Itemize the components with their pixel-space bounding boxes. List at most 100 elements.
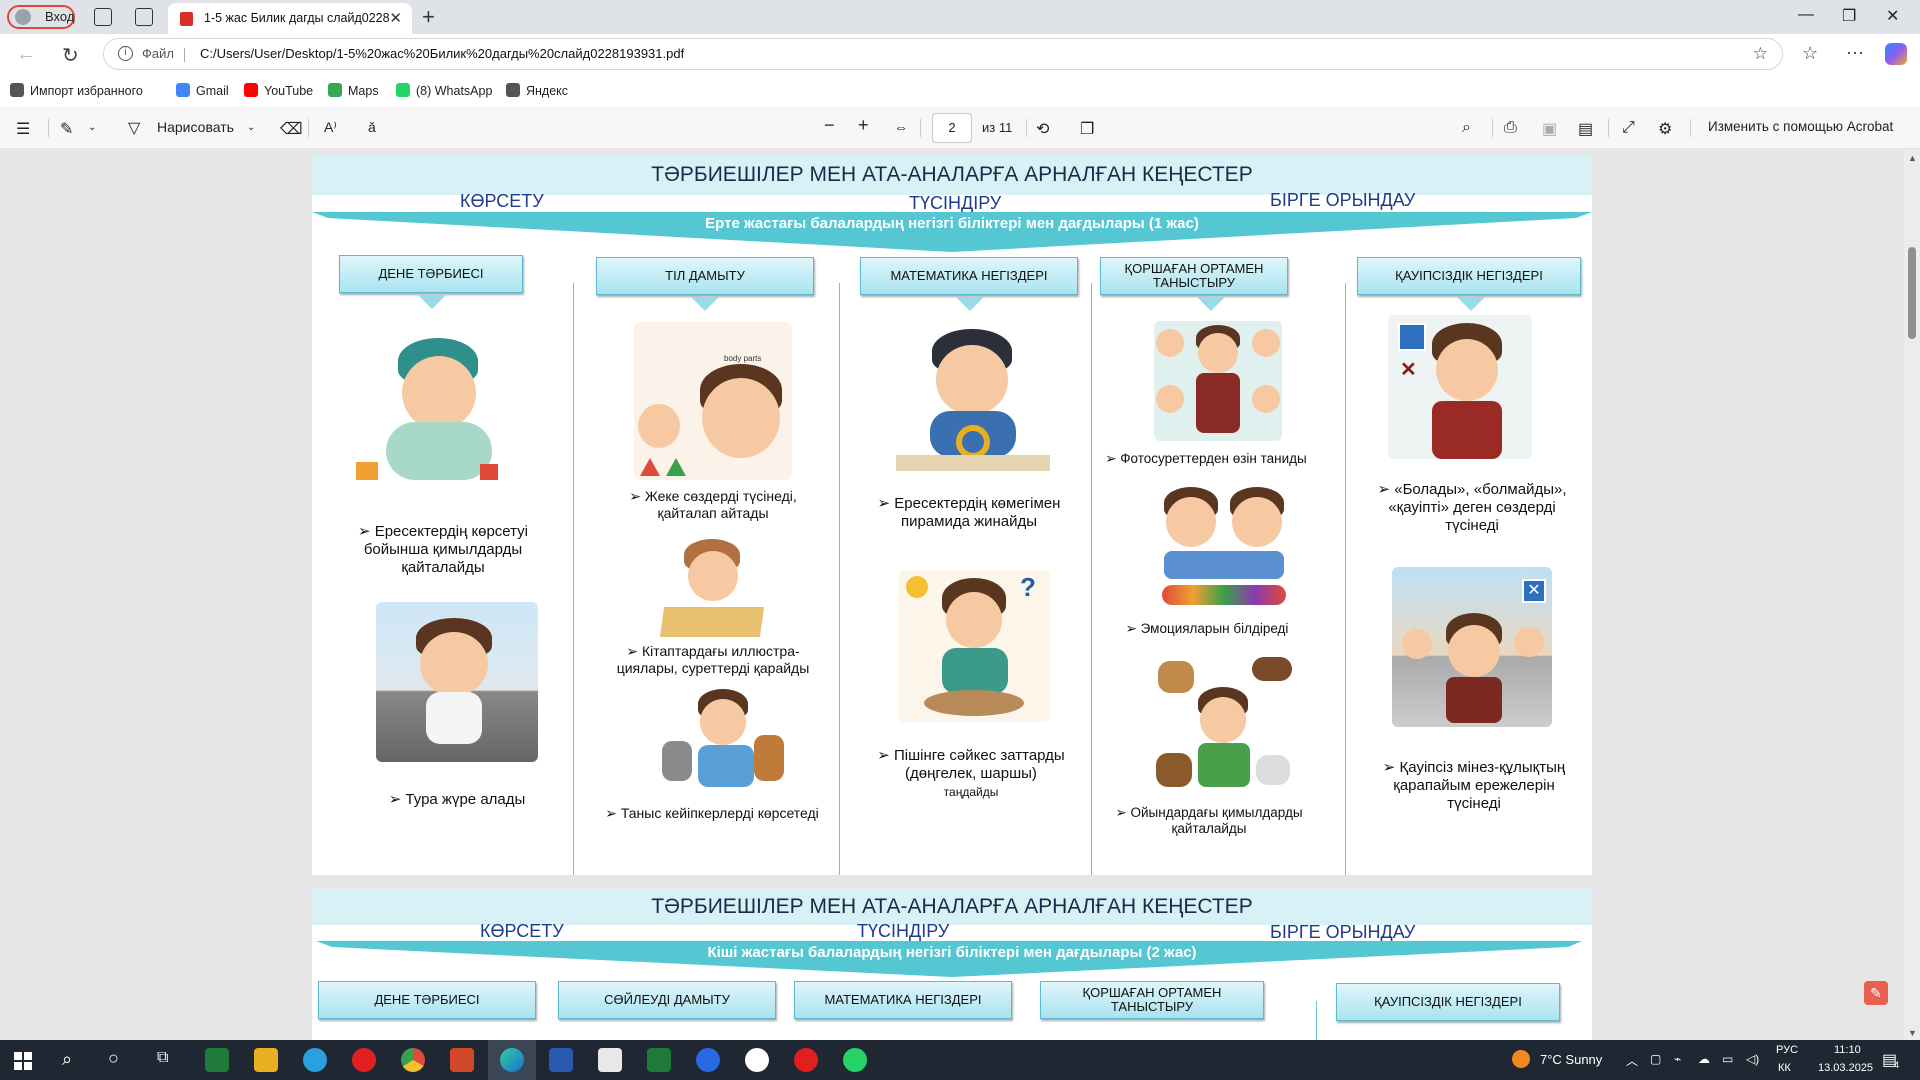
rotate-icon[interactable]: ⟲	[1036, 119, 1049, 139]
read-aloud-icon[interactable]: A⁾	[324, 119, 337, 136]
new-tab-icon[interactable]: +	[422, 4, 435, 30]
pdf-page-1: ТӘРБИЕШІЛЕР МЕН АТА-АНАЛАРҒА АРНАЛҒАН КЕ…	[312, 155, 1592, 875]
eraser-icon[interactable]: ⌫	[280, 119, 303, 139]
copilot-icon[interactable]	[1885, 43, 1907, 65]
column-divider	[1316, 1001, 1317, 1040]
chevron-down-icon[interactable]: ⌄	[88, 122, 96, 133]
language-label-2[interactable]: КК	[1778, 1062, 1791, 1074]
bookmark-whatsapp[interactable]: (8) WhatsApp	[396, 83, 492, 98]
save-icon[interactable]: ▣	[1542, 119, 1557, 139]
divider	[1492, 119, 1493, 137]
age-banner: Ерте жастағы балалардың негізгі біліктер…	[312, 212, 1592, 252]
zoom-icon[interactable]	[696, 1048, 720, 1072]
age-banner: Кіші жастағы балалардың негізгі біліктер…	[312, 941, 1592, 977]
save-as-icon[interactable]: ▤	[1578, 119, 1593, 139]
clock-date[interactable]: 13.03.2025	[1818, 1062, 1873, 1074]
tab-actions-icon[interactable]	[135, 8, 153, 26]
edit-with-acrobat-button[interactable]: Изменить с помощью Acrobat	[1708, 119, 1893, 134]
file-explorer-icon[interactable]	[254, 1048, 278, 1072]
body-parts-illustration: body parts	[634, 322, 792, 480]
bookmark-label: YouTube	[264, 84, 314, 98]
restore-icon[interactable]: ❐	[1842, 6, 1856, 26]
translate-icon[interactable]: ǎ	[368, 119, 376, 135]
cortana-icon[interactable]: ○	[108, 1048, 119, 1069]
tab-title: 1-5 жас Билик дагды слайд0228	[204, 11, 390, 25]
task-view-icon[interactable]: ⧉	[157, 1049, 168, 1067]
zoom-out-icon[interactable]: −	[824, 115, 835, 136]
language-label-1[interactable]: РУС	[1776, 1044, 1798, 1056]
subtitle-show: КӨРСЕТУ	[480, 921, 564, 941]
page-number-input[interactable]: 2	[932, 113, 972, 143]
scroll-down-icon[interactable]: ▼	[1908, 1028, 1917, 1038]
close-tab-icon[interactable]: ✕	[389, 3, 402, 34]
site-info-icon[interactable]: i	[118, 46, 133, 61]
refresh-icon[interactable]: ↻	[62, 43, 79, 68]
store-icon[interactable]	[205, 1048, 229, 1072]
chrome-icon[interactable]	[401, 1048, 425, 1072]
scroll-up-icon[interactable]: ▲	[1908, 153, 1917, 163]
column-header-math: МАТЕМАТИКА НЕГІЗДЕРІ	[860, 257, 1078, 295]
profile-button[interactable]: Вход	[7, 5, 75, 29]
pdf-viewer[interactable]: ТӘРБИЕШІЛЕР МЕН АТА-АНАЛАРҒА АРНАЛҒАН КЕ…	[0, 149, 1920, 1040]
close-window-icon[interactable]: ✕	[1886, 6, 1899, 26]
telegram-icon[interactable]	[303, 1048, 327, 1072]
contents-icon[interactable]: ☰	[16, 119, 30, 139]
page-total-label: из 11	[982, 120, 1013, 135]
caption: ➢ Эмоцияларын білдіреді	[1125, 621, 1289, 636]
url-input[interactable]: i Файл C:/Users/User/Desktop/1-5%20жас%2…	[103, 38, 1783, 70]
cloud-icon[interactable]: ☁	[1698, 1052, 1710, 1066]
tray-chevron-up-icon[interactable]: ︿	[1626, 1052, 1638, 1069]
weather-label[interactable]: 7°C Sunny	[1540, 1052, 1602, 1067]
yandex-icon[interactable]	[794, 1048, 818, 1072]
url-text[interactable]: C:/Users/User/Desktop/1-5%20жас%20Билик%…	[200, 39, 684, 69]
volume-icon[interactable]: ◁)	[1746, 1052, 1759, 1066]
excel-icon[interactable]	[647, 1048, 671, 1072]
bookmark-maps[interactable]: Maps	[328, 83, 379, 98]
print-icon[interactable]: ⎙	[1504, 119, 1517, 137]
taskbar-active-app[interactable]	[488, 1040, 536, 1080]
avatar-icon	[15, 9, 31, 25]
bookmark-label: (8) WhatsApp	[416, 84, 493, 98]
highlight-icon[interactable]: ✎	[60, 119, 73, 139]
opera-icon[interactable]	[352, 1048, 376, 1072]
bookmark-import[interactable]: Импорт избранного	[10, 83, 143, 98]
edge-icon[interactable]	[500, 1048, 524, 1072]
tab-active-pdf[interactable]: 1-5 жас Билик дагды слайд0228 ✕	[168, 3, 412, 34]
column-divider	[573, 283, 574, 875]
acrobat-floating-icon[interactable]: ✎	[1864, 981, 1888, 1005]
search-icon[interactable]: ⌕	[1462, 119, 1471, 137]
gear-icon[interactable]: ⚙	[1658, 119, 1672, 139]
fit-page-icon[interactable]: ⇔	[894, 119, 908, 135]
bookmark-youtube[interactable]: YouTube	[244, 83, 313, 98]
weather-icon[interactable]	[1512, 1050, 1530, 1068]
powerpoint-icon[interactable]	[450, 1048, 474, 1072]
draw-icon[interactable]: ▽	[128, 118, 140, 138]
network-icon[interactable]: ⌁	[1674, 1052, 1681, 1066]
bookmark-google[interactable]: Gmail	[176, 83, 229, 98]
page-view-icon[interactable]: ❐	[1080, 119, 1094, 139]
workspaces-icon[interactable]	[94, 8, 112, 26]
search-icon[interactable]: ⌕	[62, 1049, 72, 1070]
more-menu-icon[interactable]: ⋯	[1846, 43, 1864, 64]
tray-app-icon[interactable]: ▢	[1650, 1052, 1661, 1066]
chevron-down-icon[interactable]: ⌄	[247, 122, 255, 133]
zoom-in-icon[interactable]: +	[858, 115, 869, 136]
display-icon[interactable]: ▭	[1722, 1052, 1733, 1066]
back-icon[interactable]: ←	[16, 43, 36, 66]
bookmark-globe[interactable]: Яндекс	[506, 83, 568, 98]
subtitle-do-together: БІРГЕ ОРЫНДАУ	[1270, 922, 1416, 942]
draw-button[interactable]: Нарисовать	[157, 119, 234, 135]
windows-start-icon[interactable]	[14, 1052, 32, 1070]
yandex-browser-icon[interactable]	[745, 1048, 769, 1072]
fullscreen-icon[interactable]: ⤢	[1622, 119, 1635, 137]
word-icon[interactable]	[549, 1048, 573, 1072]
scrollbar-thumb[interactable]	[1908, 247, 1916, 339]
whatsapp-icon[interactable]	[843, 1048, 867, 1072]
favorite-star-icon[interactable]: ☆	[1753, 39, 1768, 69]
vertical-scrollbar[interactable]: ▲ ▼	[1904, 149, 1920, 1040]
minimize-icon[interactable]: —	[1798, 6, 1814, 24]
favorites-icon[interactable]: ☆	[1802, 43, 1818, 64]
clock-time[interactable]: 11:10	[1834, 1044, 1861, 1056]
column-header-language: ТІЛ ДАМЫТУ	[596, 257, 814, 295]
mail-icon[interactable]	[598, 1048, 622, 1072]
